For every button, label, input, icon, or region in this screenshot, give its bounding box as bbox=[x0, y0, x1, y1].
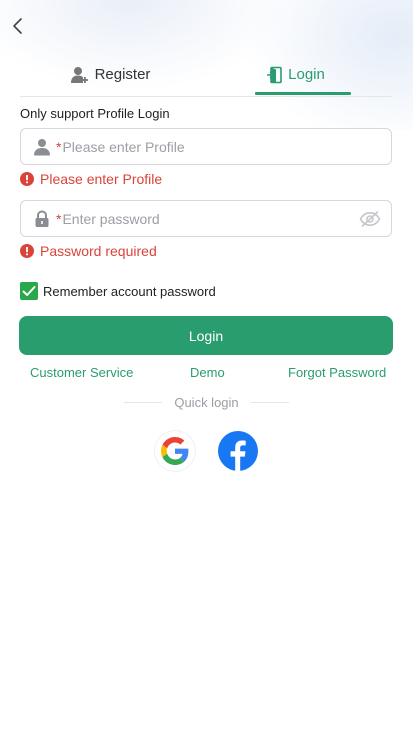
quick-login-divider: Quick login bbox=[124, 394, 289, 410]
tab-register[interactable]: Register bbox=[20, 54, 200, 95]
customer-service-link[interactable]: Customer Service bbox=[30, 365, 133, 380]
lock-icon bbox=[32, 209, 52, 229]
tab-register-label: Register bbox=[94, 66, 151, 83]
tab-login-label: Login bbox=[288, 66, 325, 83]
password-visibility-toggle[interactable] bbox=[359, 209, 381, 229]
facebook-login-button[interactable] bbox=[218, 431, 258, 471]
google-login-button[interactable] bbox=[155, 431, 195, 471]
remember-password-label: Remember account password bbox=[43, 283, 216, 299]
error-icon bbox=[20, 172, 34, 186]
demo-link[interactable]: Demo bbox=[190, 365, 225, 380]
divider-line-right bbox=[250, 401, 289, 403]
chevron-left-icon bbox=[13, 18, 22, 34]
back-button[interactable] bbox=[6, 14, 28, 38]
auxiliary-links: Customer Service Demo Forgot Password bbox=[0, 365, 413, 381]
google-icon bbox=[161, 437, 189, 465]
user-icon bbox=[32, 137, 52, 157]
error-icon bbox=[20, 244, 34, 258]
remember-password-row: Remember account password bbox=[20, 282, 216, 300]
login-button[interactable]: Login bbox=[19, 316, 393, 355]
password-error: Password required bbox=[20, 243, 157, 259]
password-field[interactable]: * bbox=[20, 200, 392, 237]
user-plus-icon bbox=[70, 66, 88, 83]
eye-off-icon bbox=[359, 210, 381, 227]
forgot-password-link[interactable]: Forgot Password bbox=[288, 365, 386, 380]
password-error-text: Password required bbox=[40, 243, 157, 259]
profile-field[interactable]: * bbox=[20, 128, 392, 165]
checkmark-icon bbox=[22, 286, 36, 296]
profile-error: Please enter Profile bbox=[20, 171, 162, 187]
login-hint: Only support Profile Login bbox=[20, 106, 170, 121]
profile-input[interactable] bbox=[61, 138, 391, 155]
divider-line-left bbox=[124, 401, 163, 403]
remember-password-checkbox[interactable] bbox=[20, 282, 38, 300]
tab-login[interactable]: Login bbox=[200, 54, 392, 95]
active-tab-indicator bbox=[255, 92, 351, 95]
auth-tabs: Register Login bbox=[20, 54, 392, 97]
door-exit-icon bbox=[267, 66, 282, 83]
facebook-icon bbox=[218, 431, 258, 471]
profile-error-text: Please enter Profile bbox=[40, 171, 163, 187]
quick-login-label: Quick login bbox=[174, 394, 239, 410]
password-input[interactable] bbox=[61, 210, 359, 227]
